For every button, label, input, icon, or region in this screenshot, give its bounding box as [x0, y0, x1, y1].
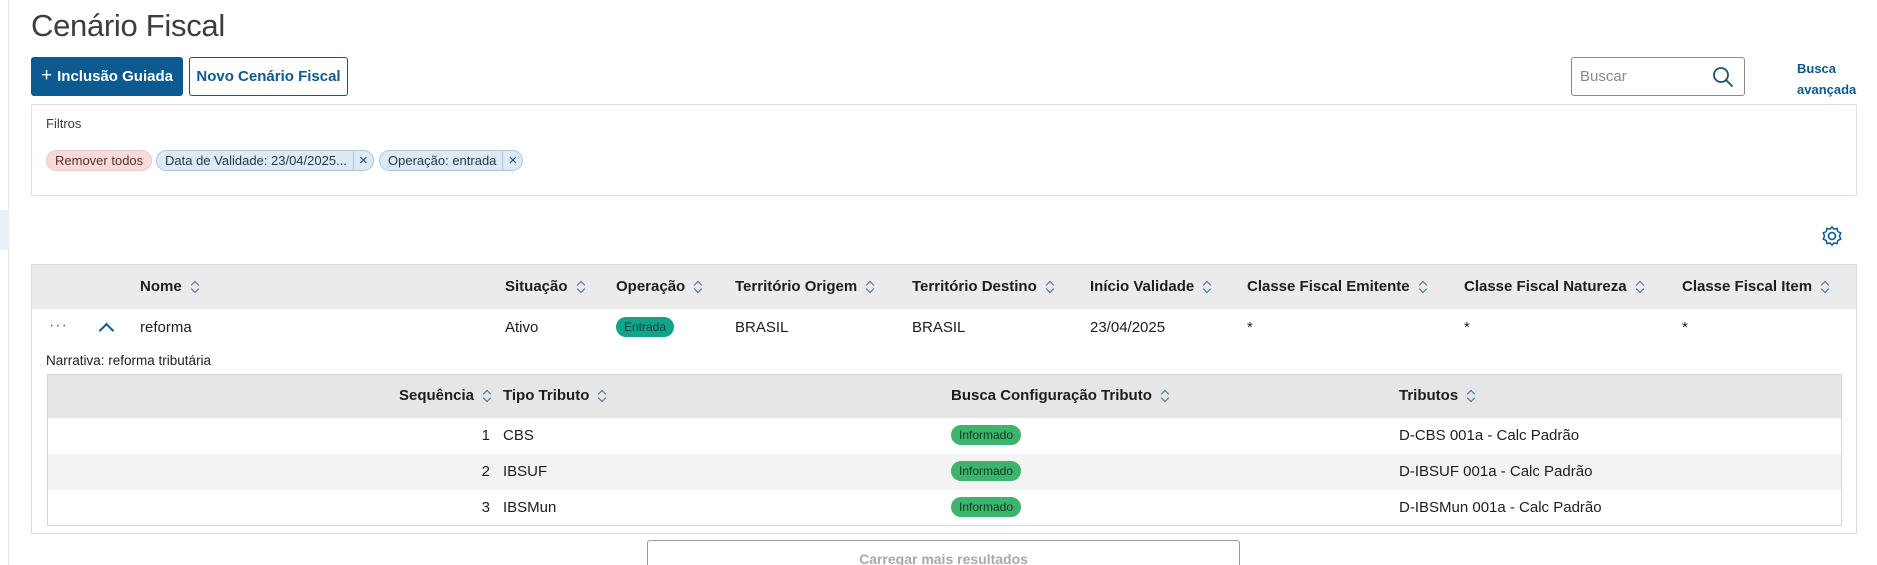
cell-tipo-tributo: IBSMun: [503, 499, 557, 516]
cell-tributos: D-IBSUF 001a - Calc Padrão: [1399, 463, 1593, 480]
sort-icon[interactable]: [694, 280, 702, 294]
load-more-button[interactable]: Carregar mais resultados: [647, 540, 1240, 565]
cell-territorio-destino: BRASIL: [912, 319, 966, 336]
sort-icon[interactable]: [866, 280, 874, 294]
cell-inicio-validade: 23/04/2025: [1090, 319, 1166, 336]
sort-icon[interactable]: [598, 389, 606, 403]
cell-sequencia: 3: [481, 499, 490, 516]
table-row[interactable]: ··· reforma Ativo Entrada BRASIL BRASIL …: [32, 309, 1856, 345]
column-header-nome[interactable]: Nome: [140, 278, 199, 295]
guided-inclusion-label: Inclusão Guiada: [57, 68, 173, 85]
remove-all-chip[interactable]: Remover todos: [46, 150, 153, 171]
table-row[interactable]: 1 CBS Informado D-CBS 001a - Calc Padrão: [48, 418, 1841, 454]
chevron-up-icon[interactable]: [98, 322, 115, 339]
tax-detail-table: Sequência Tipo Tributo Busca Configuraçã…: [47, 374, 1842, 526]
filter-chip-validity-date: Data de Validade: 23/04/2025... ×: [156, 150, 374, 171]
column-header-territorio-destino[interactable]: Território Destino: [912, 278, 1054, 295]
status-badge: Entrada: [616, 317, 675, 337]
column-header-operacao[interactable]: Operação: [616, 278, 702, 295]
cell-busca-configuracao: Informado: [951, 497, 1022, 517]
table-row[interactable]: 3 IBSMun Informado D-IBSMun 001a - Calc …: [48, 490, 1841, 526]
narrative-label: Narrativa:: [46, 353, 105, 368]
detail-table-header: Sequência Tipo Tributo Busca Configuraçã…: [48, 375, 1841, 418]
column-header-situacao[interactable]: Situação: [505, 278, 585, 295]
filter-chip-operation: Operação: entrada ×: [379, 150, 524, 171]
sort-icon[interactable]: [1636, 280, 1644, 294]
cell-sequencia: 1: [481, 427, 490, 444]
column-header-classe-item[interactable]: Classe Fiscal Item: [1682, 278, 1829, 295]
filters-panel: Filtros Remover todos Data de Validade: …: [31, 104, 1857, 196]
narrative: Narrativa: reforma tributária: [46, 353, 211, 368]
table-row[interactable]: 2 IBSUF Informado D-IBSUF 001a - Calc Pa…: [48, 454, 1841, 490]
close-icon[interactable]: ×: [352, 151, 373, 170]
search-icon[interactable]: [1712, 66, 1734, 88]
plus-icon: +: [41, 64, 53, 86]
settings-icon[interactable]: [1821, 225, 1843, 247]
sort-icon[interactable]: [1821, 280, 1829, 294]
cell-tributos: D-CBS 001a - Calc Padrão: [1399, 427, 1580, 444]
new-fiscal-scenario-button[interactable]: Novo Cenário Fiscal: [189, 57, 348, 96]
cell-sequencia: 2: [481, 463, 490, 480]
search-input[interactable]: [1580, 68, 1710, 85]
sort-icon[interactable]: [191, 280, 199, 294]
advanced-search-link[interactable]: Busca avançada: [1797, 58, 1859, 100]
left-rail: [0, 0, 9, 565]
cell-classe-natureza: *: [1464, 319, 1470, 336]
column-header-sequencia[interactable]: Sequência: [399, 387, 491, 404]
column-header-tipo-tributo[interactable]: Tipo Tributo: [503, 387, 606, 404]
guided-inclusion-button[interactable]: + Inclusão Guiada: [31, 57, 183, 96]
narrative-value: reforma tributária: [108, 353, 212, 368]
cell-tipo-tributo: IBSUF: [503, 463, 548, 480]
filter-chip-label: Data de Validade: 23/04/2025...: [165, 153, 347, 168]
cell-busca-configuracao: Informado: [951, 461, 1022, 481]
column-header-inicio-validade[interactable]: Início Validade: [1090, 278, 1211, 295]
column-header-classe-natureza[interactable]: Classe Fiscal Natureza: [1464, 278, 1644, 295]
status-badge: Informado: [951, 461, 1022, 481]
fiscal-scenario-table: Nome Situação Operação Território Origem…: [31, 264, 1857, 534]
cell-tipo-tributo: CBS: [503, 427, 534, 444]
sort-icon[interactable]: [1203, 280, 1211, 294]
sort-icon[interactable]: [1467, 389, 1475, 403]
sort-icon[interactable]: [577, 280, 585, 294]
sort-icon[interactable]: [483, 389, 491, 403]
more-icon[interactable]: ···: [49, 317, 68, 335]
cell-territorio-origem: BRASIL: [735, 319, 789, 336]
filter-chip-label: Operação: entrada: [388, 153, 497, 168]
cell-nome: reforma: [140, 319, 192, 336]
status-badge: Informado: [951, 425, 1022, 445]
cell-classe-emitente: *: [1247, 319, 1253, 336]
column-header-territorio-origem[interactable]: Território Origem: [735, 278, 874, 295]
sort-icon[interactable]: [1161, 389, 1169, 403]
column-header-classe-emitente[interactable]: Classe Fiscal Emitente: [1247, 278, 1427, 295]
sort-icon[interactable]: [1046, 280, 1054, 294]
close-icon[interactable]: ×: [502, 151, 522, 170]
cell-classe-item: *: [1682, 319, 1688, 336]
cell-tributos: D-IBSMun 001a - Calc Padrão: [1399, 499, 1602, 516]
filters-label: Filtros: [46, 116, 82, 131]
status-badge: Informado: [951, 497, 1022, 517]
cell-situacao: Ativo: [505, 319, 539, 336]
new-fiscal-scenario-label: Novo Cenário Fiscal: [196, 68, 341, 85]
table-header: Nome Situação Operação Território Origem…: [32, 265, 1856, 309]
column-header-busca-configuracao[interactable]: Busca Configuração Tributo: [951, 387, 1169, 404]
page-title: Cenário Fiscal: [31, 8, 225, 43]
cell-operacao: Entrada: [616, 317, 675, 337]
search-box: [1571, 57, 1745, 96]
left-rail-marker: [0, 210, 9, 250]
sort-icon[interactable]: [1419, 280, 1427, 294]
cell-busca-configuracao: Informado: [951, 425, 1022, 445]
column-header-tributos[interactable]: Tributos: [1399, 387, 1475, 404]
